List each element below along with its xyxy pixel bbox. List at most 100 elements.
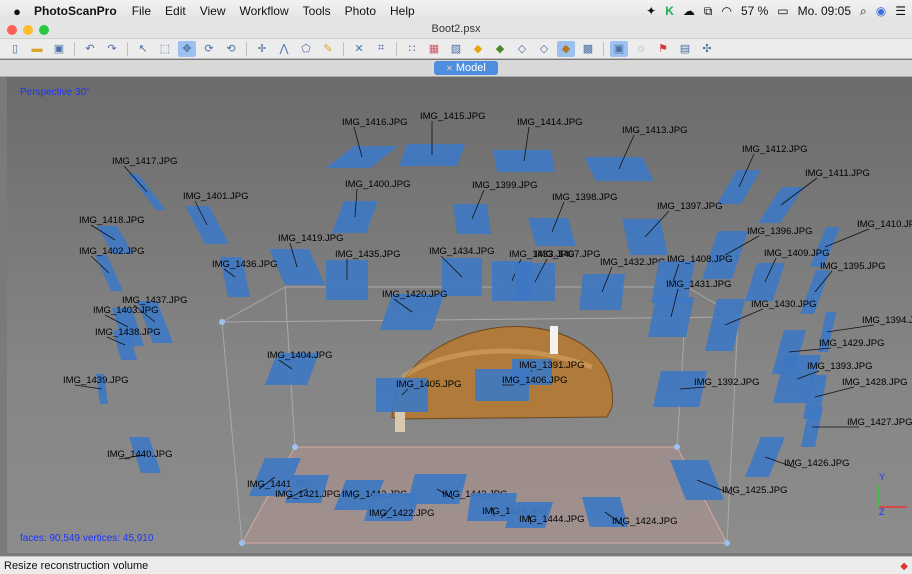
camera-label: IMG_1429.JPG <box>819 338 884 349</box>
camera-label: IMG_1419.JPG <box>278 233 343 244</box>
camera-label: IMG_1393.JPG <box>807 361 872 372</box>
pointer-icon[interactable]: ↖ <box>134 41 152 57</box>
perspective-label: Perspective 30° <box>20 87 91 98</box>
siri-icon[interactable]: ◉ <box>876 4 886 18</box>
model-confidence-icon[interactable]: ◇ <box>535 41 553 57</box>
dense-cloud-icon[interactable]: ▦ <box>425 41 443 57</box>
camera-frustum[interactable]: IMG_1392.JPG <box>653 371 759 407</box>
camera-label: IMG_1440.JPG <box>107 449 172 460</box>
camera-label: IMG_1401.JPG <box>183 191 248 202</box>
menu-tools[interactable]: Tools <box>296 4 338 18</box>
camera-label: IMG_1418.JPG <box>79 215 144 226</box>
move-region-icon[interactable]: ⟳ <box>200 41 218 57</box>
resize-region-icon[interactable]: ⟲ <box>222 41 240 57</box>
model-textured-icon[interactable]: ◆ <box>557 40 575 57</box>
camera-frustum[interactable]: IMG_1426.JPG <box>745 437 849 477</box>
menu-workflow[interactable]: Workflow <box>233 4 296 18</box>
model-solid-icon[interactable]: ◆ <box>491 41 509 57</box>
camera-frustum[interactable]: IMG_1436.JPG <box>212 257 277 297</box>
camera-frustum[interactable]: IMG_1414.JPG <box>493 117 582 172</box>
show-cameras-icon[interactable]: ▣ <box>610 40 628 57</box>
camera-label: IMG_1421.JPG <box>275 489 340 500</box>
camera-frustum[interactable]: IMG_1439.JPG <box>63 374 128 404</box>
ruler-icon[interactable]: ⋀ <box>275 41 293 57</box>
tiled-model-icon[interactable]: ▩ <box>579 41 597 57</box>
model-wireframe-icon[interactable]: ◇ <box>513 41 531 57</box>
show-region-icon[interactable]: ▤ <box>676 41 694 57</box>
camera-label: IMG_1432.JPG <box>600 257 665 268</box>
k-app-icon[interactable]: K <box>665 4 674 18</box>
camera-frustum[interactable]: IMG_1438.JPG <box>95 327 160 360</box>
camera-frustum[interactable]: IMG_1399.JPG <box>453 180 537 234</box>
battery-percent[interactable]: 57 % <box>741 4 768 18</box>
navigation-icon[interactable]: ✥ <box>178 40 196 57</box>
reset-view-icon[interactable]: ✣ <box>698 41 716 57</box>
z-axis-label: Z <box>879 507 885 517</box>
volume-corner-handle[interactable] <box>292 444 298 450</box>
undo-icon[interactable]: ↶ <box>81 41 99 57</box>
camera-frustum[interactable]: IMG_1416.JPG <box>326 117 407 168</box>
camera-frustum[interactable]: IMG_1440.JPG <box>107 437 172 473</box>
camera-label: IMG_1422.JPG <box>369 508 434 519</box>
show-shapes-icon[interactable]: ◌ <box>632 41 650 57</box>
tab-model[interactable]: ✕ Model <box>434 61 498 75</box>
new-document-icon[interactable]: ▯ <box>6 41 24 57</box>
camera-label: IMG_1397.JPG <box>657 201 722 212</box>
menu-help[interactable]: Help <box>383 4 422 18</box>
app-name-menu[interactable]: PhotoScanPro <box>34 4 125 18</box>
model-viewport[interactable]: IMG_1416.JPG IMG_1415.JPG IMG_1414.JPG IMG_… <box>7 77 912 553</box>
camera-frustum[interactable]: IMG_1420.JPG <box>380 289 447 330</box>
menu-file[interactable]: File <box>125 4 158 18</box>
notification-center-icon[interactable]: ☰ <box>895 4 906 18</box>
volume-corner-handle[interactable] <box>724 540 730 546</box>
toolbar-divider <box>603 41 604 56</box>
sync-icon[interactable]: ⧉ <box>704 4 713 19</box>
camera-label: IMG_1404.JPG <box>267 350 332 361</box>
delete-icon[interactable]: ✕ <box>350 41 368 57</box>
cloud-icon[interactable]: ☁ <box>683 4 695 18</box>
camera-frustum[interactable]: IMG_1410.JPG <box>810 219 912 267</box>
camera-frustum[interactable]: IMG_1402.JPG <box>79 246 144 291</box>
volume-corner-handle[interactable] <box>219 319 225 325</box>
camera-frustum[interactable]: IMG_1417.JPG <box>112 156 177 210</box>
camera-frustum[interactable]: IMG_1411.JPG <box>758 168 870 223</box>
model-shaded-icon[interactable]: ◆ <box>469 41 487 57</box>
crop-icon[interactable]: ⌗ <box>372 41 390 57</box>
camera-frustum[interactable]: IMG_1404.JPG <box>265 350 332 385</box>
close-tab-icon[interactable]: ✕ <box>446 64 453 73</box>
open-folder-icon[interactable]: ▬ <box>28 41 46 57</box>
camera-frustum[interactable]: IMG_1413.JPG <box>584 125 687 181</box>
draw-icon[interactable]: ✎ <box>319 41 337 57</box>
menu-bar: ● PhotoScanPro File Edit View Workflow T… <box>0 0 912 22</box>
show-markers-icon[interactable]: ⚑ <box>654 41 672 57</box>
camera-frustum[interactable]: IMG_1427.JPG <box>801 407 912 447</box>
status-text: Resize reconstruction volume <box>4 559 149 572</box>
spotlight-search-icon[interactable]: ⌕ <box>860 4 867 19</box>
dense-cloud-classes-icon[interactable]: ▧ <box>447 41 465 57</box>
camera-label: IMG_1405.JPG <box>396 379 461 390</box>
menu-edit[interactable]: Edit <box>158 4 193 18</box>
camera-label: IMG_1436.JPG <box>212 259 277 270</box>
clock[interactable]: Mo. 09:05 <box>798 4 851 18</box>
camera-frustum[interactable]: IMG_1400.JPG <box>332 179 410 233</box>
volume-corner-handle[interactable] <box>239 540 245 546</box>
rect-select-icon[interactable]: ⬚ <box>156 41 174 57</box>
battery-icon[interactable]: ▭ <box>777 4 788 18</box>
scene-canvas[interactable]: IMG_1416.JPG IMG_1415.JPG IMG_1414.JPG IMG_… <box>7 77 912 553</box>
point-cloud-icon[interactable]: ∷ <box>403 41 421 57</box>
save-icon[interactable]: ▣ <box>50 41 68 57</box>
shape-icon[interactable]: ⬠ <box>297 41 315 57</box>
wifi-icon[interactable]: ◠ <box>721 4 731 18</box>
apple-icon[interactable]: ● <box>0 4 34 19</box>
menu-photo[interactable]: Photo <box>338 4 383 18</box>
dropbox-icon[interactable]: ✦ <box>646 4 656 18</box>
toolbar: ▯ ▬ ▣ ↶ ↷ ↖ ⬚ ✥ ⟳ ⟲ ✛ ⋀ ⬠ ✎ ✕ ⌗ ∷ ▦ ▧ ◆ … <box>0 39 912 59</box>
volume-corner-handle[interactable] <box>674 444 680 450</box>
camera-frustum[interactable]: IMG_1398.JPG <box>528 192 617 246</box>
camera-frustum[interactable]: IMG_1415.JPG <box>399 111 485 166</box>
ruler-point-icon[interactable]: ✛ <box>253 41 271 57</box>
redo-icon[interactable]: ↷ <box>103 41 121 57</box>
menu-view[interactable]: View <box>193 4 233 18</box>
camera-frustum[interactable]: IMG_1397.JPG <box>622 201 722 255</box>
camera-frustum[interactable]: IMG_1401.JPG <box>183 191 248 244</box>
